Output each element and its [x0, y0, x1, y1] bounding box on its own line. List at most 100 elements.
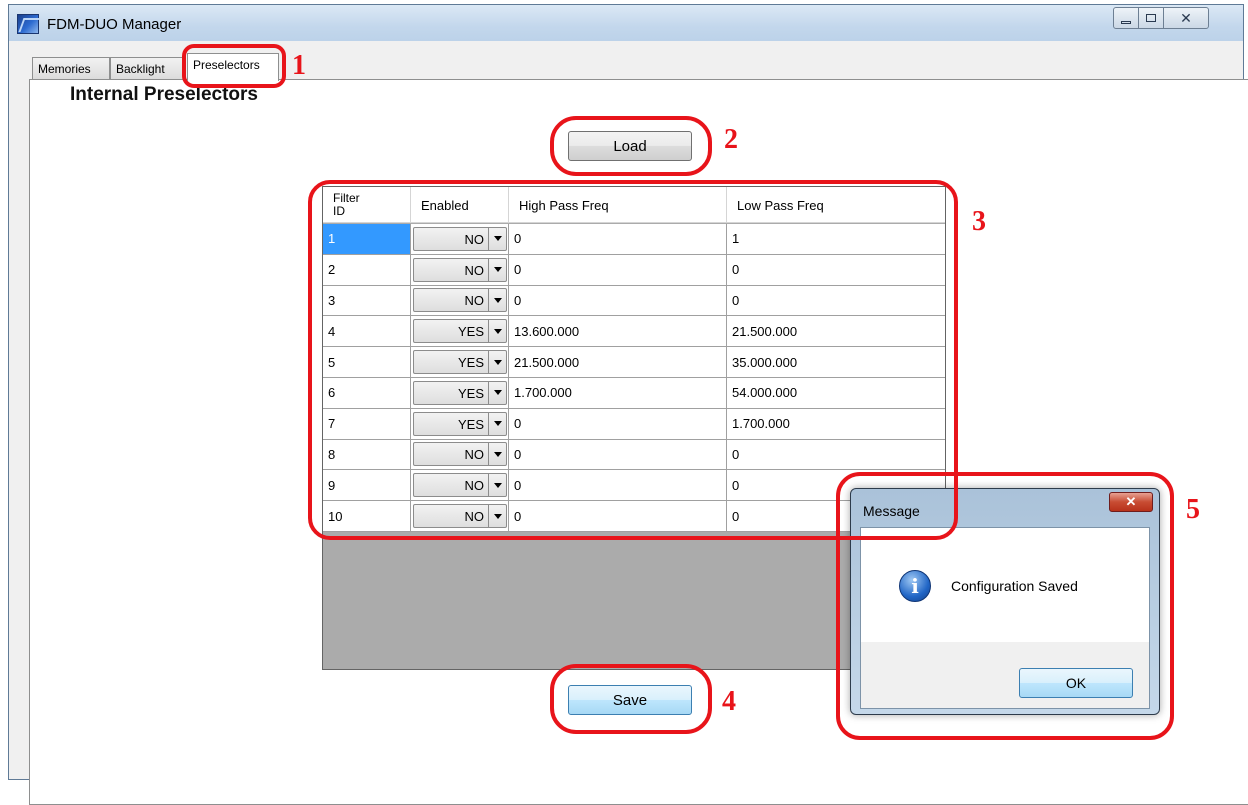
tab-memories[interactable]: Memories	[32, 57, 110, 79]
low-pass-cell[interactable]: 21.500.000	[727, 316, 945, 346]
column-header-filter-id[interactable]: Filter ID	[323, 187, 411, 223]
filter-id-cell[interactable]: 4	[323, 316, 411, 347]
enabled-dropdown[interactable]: NO	[413, 442, 507, 467]
filter-id-cell[interactable]: 6	[323, 377, 411, 408]
table-row[interactable]: 1 NO 0 1	[323, 224, 945, 255]
load-button[interactable]: Load	[568, 131, 692, 161]
filter-id-cell[interactable]: 10	[323, 501, 411, 531]
enabled-dropdown[interactable]: NO	[413, 257, 507, 282]
dialog-message: Configuration Saved	[951, 578, 1078, 594]
column-header-high-pass[interactable]: High Pass Freq	[509, 187, 727, 223]
enabled-value: NO	[464, 231, 485, 247]
table-row[interactable]: 7 YES 0 1.700.000	[323, 408, 945, 440]
tab-preselectors[interactable]: Preselectors	[187, 53, 279, 81]
annotation-number-1: 1	[292, 50, 306, 81]
enabled-dropdown[interactable]: NO	[413, 504, 507, 529]
high-pass-cell[interactable]: 0	[509, 501, 727, 531]
table-row[interactable]: 3 NO 0 0	[323, 285, 945, 317]
high-pass-cell[interactable]: 13.600.000	[509, 316, 727, 347]
table-row[interactable]: 8 NO 0 0	[323, 439, 945, 471]
high-pass-cell[interactable]: 0	[509, 285, 727, 316]
low-pass-cell[interactable]: 1.700.000	[727, 409, 945, 439]
chevron-down-icon[interactable]	[488, 258, 506, 281]
info-icon: i	[899, 570, 931, 602]
high-pass-cell[interactable]: 0	[509, 254, 727, 285]
chevron-down-icon[interactable]	[488, 443, 506, 466]
enabled-cell[interactable]: NO	[411, 285, 509, 316]
message-dialog: Message ✕ i Configuration Saved OK	[850, 488, 1160, 715]
chevron-down-icon[interactable]	[488, 227, 506, 250]
chevron-down-icon[interactable]	[488, 505, 506, 528]
close-icon: ✕	[1125, 494, 1137, 509]
low-pass-cell[interactable]: 0	[727, 286, 945, 316]
close-icon: ✕	[1180, 9, 1192, 26]
section-title: Internal Preselectors	[70, 84, 258, 105]
column-header-enabled[interactable]: Enabled	[411, 187, 509, 223]
title-bar[interactable]: FDM-DUO Manager ✕	[9, 5, 1243, 41]
enabled-dropdown[interactable]: YES	[413, 350, 507, 375]
table-row[interactable]: 5 YES 21.500.000 35.000.000	[323, 347, 945, 378]
enabled-dropdown[interactable]: YES	[413, 411, 507, 436]
low-pass-cell[interactable]: 1	[727, 224, 945, 254]
chevron-down-icon[interactable]	[488, 289, 506, 312]
high-pass-cell[interactable]: 1.700.000	[509, 377, 727, 408]
low-pass-cell[interactable]: 35.000.000	[727, 347, 945, 377]
enabled-value: YES	[457, 324, 484, 340]
low-pass-cell[interactable]: 54.000.000	[727, 378, 945, 408]
enabled-cell[interactable]: YES	[411, 347, 509, 377]
enabled-value: YES	[457, 355, 484, 371]
filter-id-cell[interactable]: 7	[323, 408, 411, 439]
chevron-down-icon[interactable]	[488, 474, 506, 497]
filter-id-cell[interactable]: 3	[323, 285, 411, 316]
low-pass-cell[interactable]: 0	[727, 255, 945, 285]
enabled-cell[interactable]: NO	[411, 439, 509, 470]
enabled-dropdown[interactable]: NO	[413, 226, 507, 251]
table-row[interactable]: 6 YES 1.700.000 54.000.000	[323, 377, 945, 409]
chevron-down-icon[interactable]	[488, 412, 506, 435]
enabled-cell[interactable]: YES	[411, 377, 509, 408]
annotation-number-4: 4	[722, 686, 736, 717]
table-row[interactable]: 4 YES 13.600.000 21.500.000	[323, 316, 945, 348]
enabled-cell[interactable]: NO	[411, 470, 509, 501]
high-pass-cell[interactable]: 0	[509, 470, 727, 501]
enabled-value: NO	[464, 509, 485, 525]
filter-id-cell[interactable]: 5	[323, 347, 411, 377]
column-header-low-pass[interactable]: Low Pass Freq	[727, 187, 945, 223]
minimize-button[interactable]	[1113, 7, 1139, 29]
enabled-cell[interactable]: YES	[411, 316, 509, 347]
enabled-dropdown[interactable]: YES	[413, 380, 507, 405]
high-pass-cell[interactable]: 0	[509, 224, 727, 254]
close-button[interactable]: ✕	[1163, 7, 1209, 29]
dialog-footer: OK	[861, 642, 1149, 708]
enabled-cell[interactable]: NO	[411, 254, 509, 285]
chevron-down-icon[interactable]	[488, 351, 506, 374]
low-pass-cell[interactable]: 0	[727, 440, 945, 470]
high-pass-cell[interactable]: 21.500.000	[509, 347, 727, 377]
filter-id-cell[interactable]: 1	[323, 224, 411, 254]
high-pass-cell[interactable]: 0	[509, 439, 727, 470]
enabled-dropdown[interactable]: YES	[413, 319, 507, 344]
dialog-close-button[interactable]: ✕	[1109, 492, 1153, 512]
grid-header: Filter ID Enabled High Pass Freq Low Pas…	[323, 187, 945, 223]
chevron-down-icon[interactable]	[488, 381, 506, 404]
grid-body: 1 NO 0 1 2 NO 0 0 3 NO 0 0 4 YES 13.600.000 21.500.000 5…	[323, 224, 945, 532]
maximize-button[interactable]	[1138, 7, 1164, 29]
tab-backlight[interactable]: Backlight	[110, 57, 185, 79]
table-row[interactable]: 2 NO 0 0	[323, 254, 945, 286]
ok-button[interactable]: OK	[1019, 668, 1133, 698]
filter-id-cell[interactable]: 8	[323, 439, 411, 470]
save-button[interactable]: Save	[568, 685, 692, 715]
chevron-down-icon[interactable]	[488, 320, 506, 343]
enabled-dropdown[interactable]: NO	[413, 473, 507, 498]
enabled-value: NO	[464, 478, 485, 494]
window-title: FDM-DUO Manager	[47, 16, 182, 33]
filter-id-cell[interactable]: 9	[323, 470, 411, 501]
annotation-number-5: 5	[1186, 494, 1200, 525]
high-pass-cell[interactable]: 0	[509, 408, 727, 439]
enabled-dropdown[interactable]: NO	[413, 288, 507, 313]
enabled-cell[interactable]: NO	[411, 224, 509, 254]
enabled-value: NO	[464, 293, 485, 309]
filter-id-cell[interactable]: 2	[323, 254, 411, 285]
enabled-cell[interactable]: NO	[411, 501, 509, 531]
enabled-cell[interactable]: YES	[411, 408, 509, 439]
